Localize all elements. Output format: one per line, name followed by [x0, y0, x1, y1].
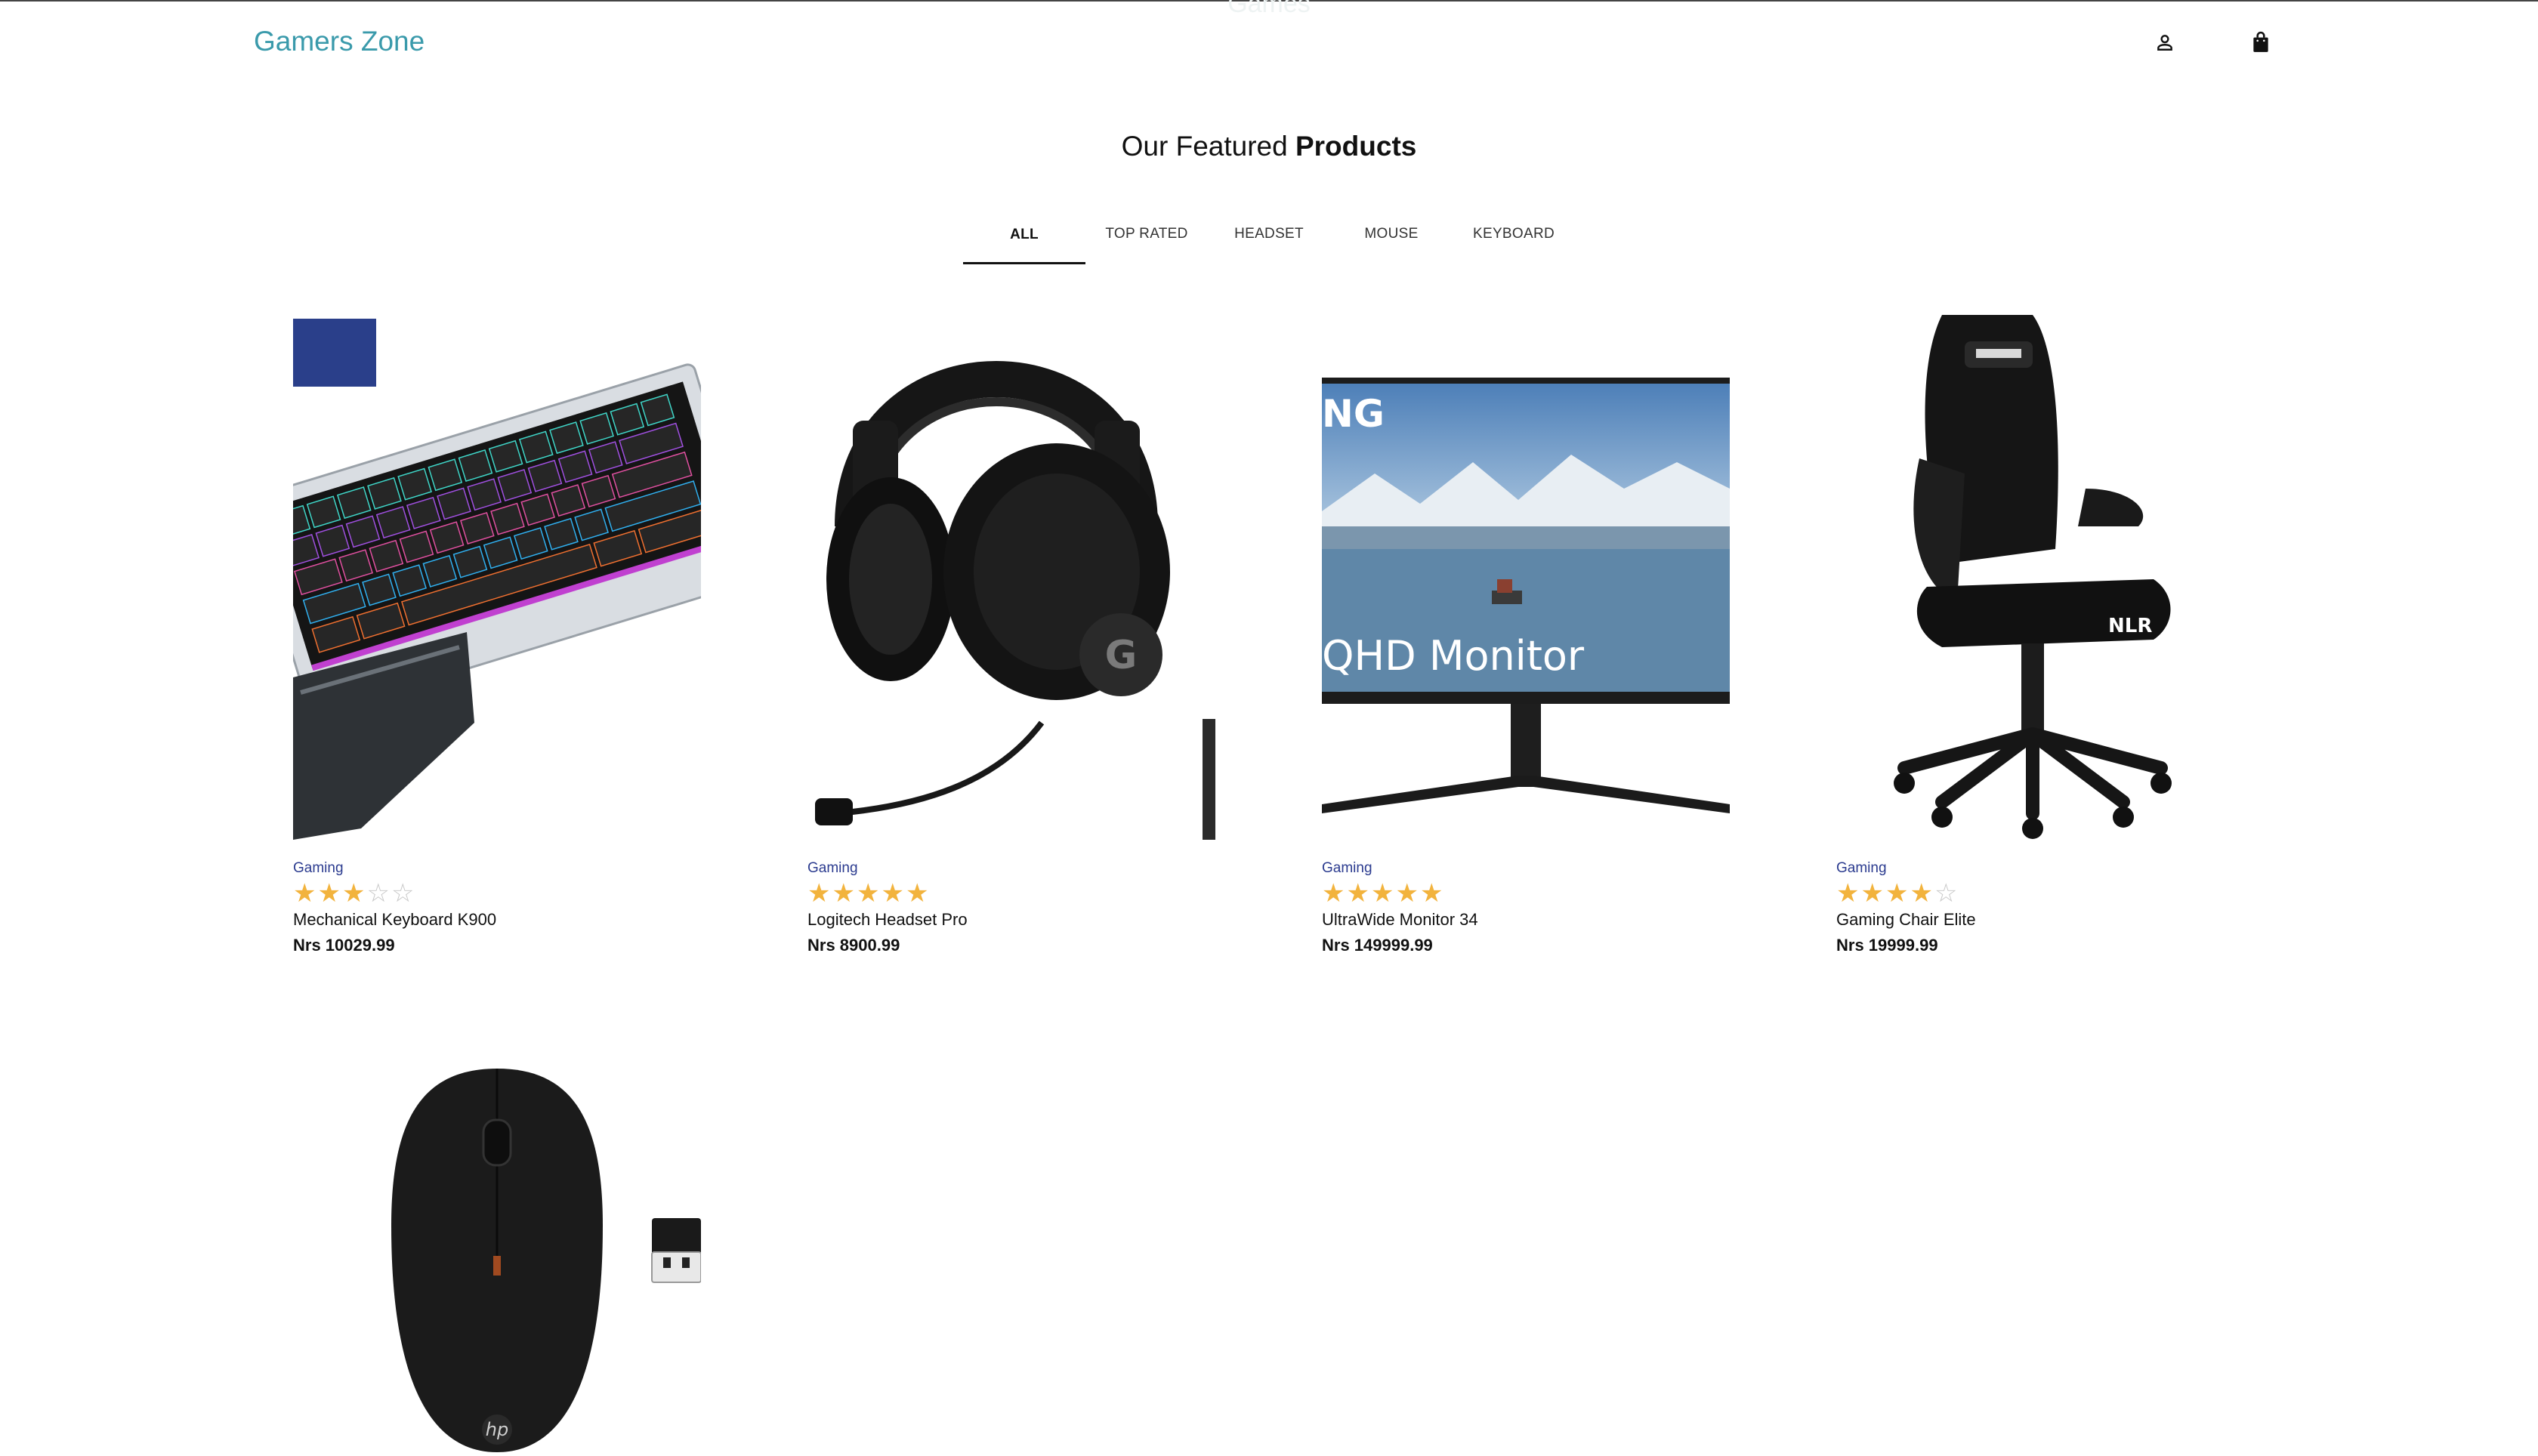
- headset-image[interactable]: G: [807, 300, 1215, 840]
- section-title: Our Featured Products: [0, 131, 2538, 162]
- site-header: Gamers Zone: [0, 0, 2538, 83]
- star-filled-icon: ★: [293, 879, 318, 908]
- tab-mouse[interactable]: MOUSE: [1330, 208, 1453, 261]
- rating-stars: ★★★★★: [1322, 881, 1444, 906]
- product-name[interactable]: UltraWide Monitor 34: [1322, 910, 1478, 930]
- rating-stars: ★★★★☆: [1836, 881, 1959, 906]
- monitor-brand-text: NG: [1322, 392, 1385, 436]
- product-price: Nrs 8900.99: [807, 936, 900, 955]
- shopping-bag-icon[interactable]: [2246, 27, 2276, 57]
- product-category[interactable]: Gaming: [1836, 860, 1887, 877]
- product-name[interactable]: Gaming Chair Elite: [1836, 910, 1976, 930]
- star-filled-icon: ★: [1322, 879, 1347, 908]
- product-category[interactable]: Gaming: [807, 860, 858, 877]
- product-name[interactable]: Logitech Headset Pro: [807, 910, 968, 930]
- section-title-bold: Products: [1295, 131, 1417, 162]
- chair-logo-text: NLR: [2108, 615, 2152, 637]
- product-price: Nrs 10029.99: [293, 936, 395, 955]
- product-filter-tabs: ALL TOP RATED HEADSET MOUSE KEYBOARD: [963, 208, 1575, 264]
- tab-top-rated[interactable]: TOP RATED: [1085, 208, 1208, 261]
- keyboard-image[interactable]: [245, 300, 758, 840]
- user-icon[interactable]: [2150, 27, 2180, 57]
- star-filled-icon: ★: [1885, 879, 1910, 908]
- star-filled-icon: ★: [905, 879, 931, 908]
- product-category[interactable]: Gaming: [293, 860, 344, 877]
- star-filled-icon: ★: [1346, 879, 1371, 908]
- monitor-image[interactable]: NG QHD Monitor: [1322, 300, 1730, 840]
- product-name[interactable]: Mechanical Keyboard K900: [293, 910, 496, 930]
- tab-headset[interactable]: HEADSET: [1208, 208, 1330, 261]
- star-filled-icon: ★: [1836, 879, 1861, 908]
- site-logo[interactable]: Gamers Zone: [254, 26, 425, 57]
- rating-stars: ★★★☆☆: [293, 881, 415, 906]
- gaming-chair-image[interactable]: NLR: [1836, 300, 2244, 840]
- wireless-mouse-image[interactable]: hp: [293, 1060, 701, 1456]
- star-empty-icon: ☆: [366, 879, 391, 908]
- star-filled-icon: ★: [1910, 879, 1934, 908]
- star-filled-icon: ★: [807, 879, 832, 908]
- svg-text:G: G: [1105, 633, 1138, 678]
- star-filled-icon: ★: [856, 879, 882, 908]
- mouse-logo-text: hp: [486, 1419, 508, 1440]
- product-category[interactable]: Gaming: [1322, 860, 1372, 877]
- star-filled-icon: ★: [832, 879, 857, 908]
- star-filled-icon: ★: [881, 879, 906, 908]
- star-empty-icon: ☆: [1934, 879, 1959, 908]
- rating-stars: ★★★★★: [807, 881, 930, 906]
- section-title-prefix: Our Featured: [1121, 131, 1295, 162]
- tab-all[interactable]: ALL: [963, 208, 1085, 264]
- tab-keyboard[interactable]: KEYBOARD: [1453, 208, 1575, 261]
- star-empty-icon: ☆: [391, 879, 416, 908]
- star-filled-icon: ★: [1395, 879, 1420, 908]
- product-price: Nrs 149999.99: [1322, 936, 1433, 955]
- product-price: Nrs 19999.99: [1836, 936, 1938, 955]
- star-filled-icon: ★: [317, 879, 342, 908]
- star-filled-icon: ★: [1860, 879, 1885, 908]
- star-filled-icon: ★: [1370, 879, 1396, 908]
- star-filled-icon: ★: [341, 879, 367, 908]
- monitor-caption-text: QHD Monitor: [1322, 632, 1585, 680]
- star-filled-icon: ★: [1419, 879, 1445, 908]
